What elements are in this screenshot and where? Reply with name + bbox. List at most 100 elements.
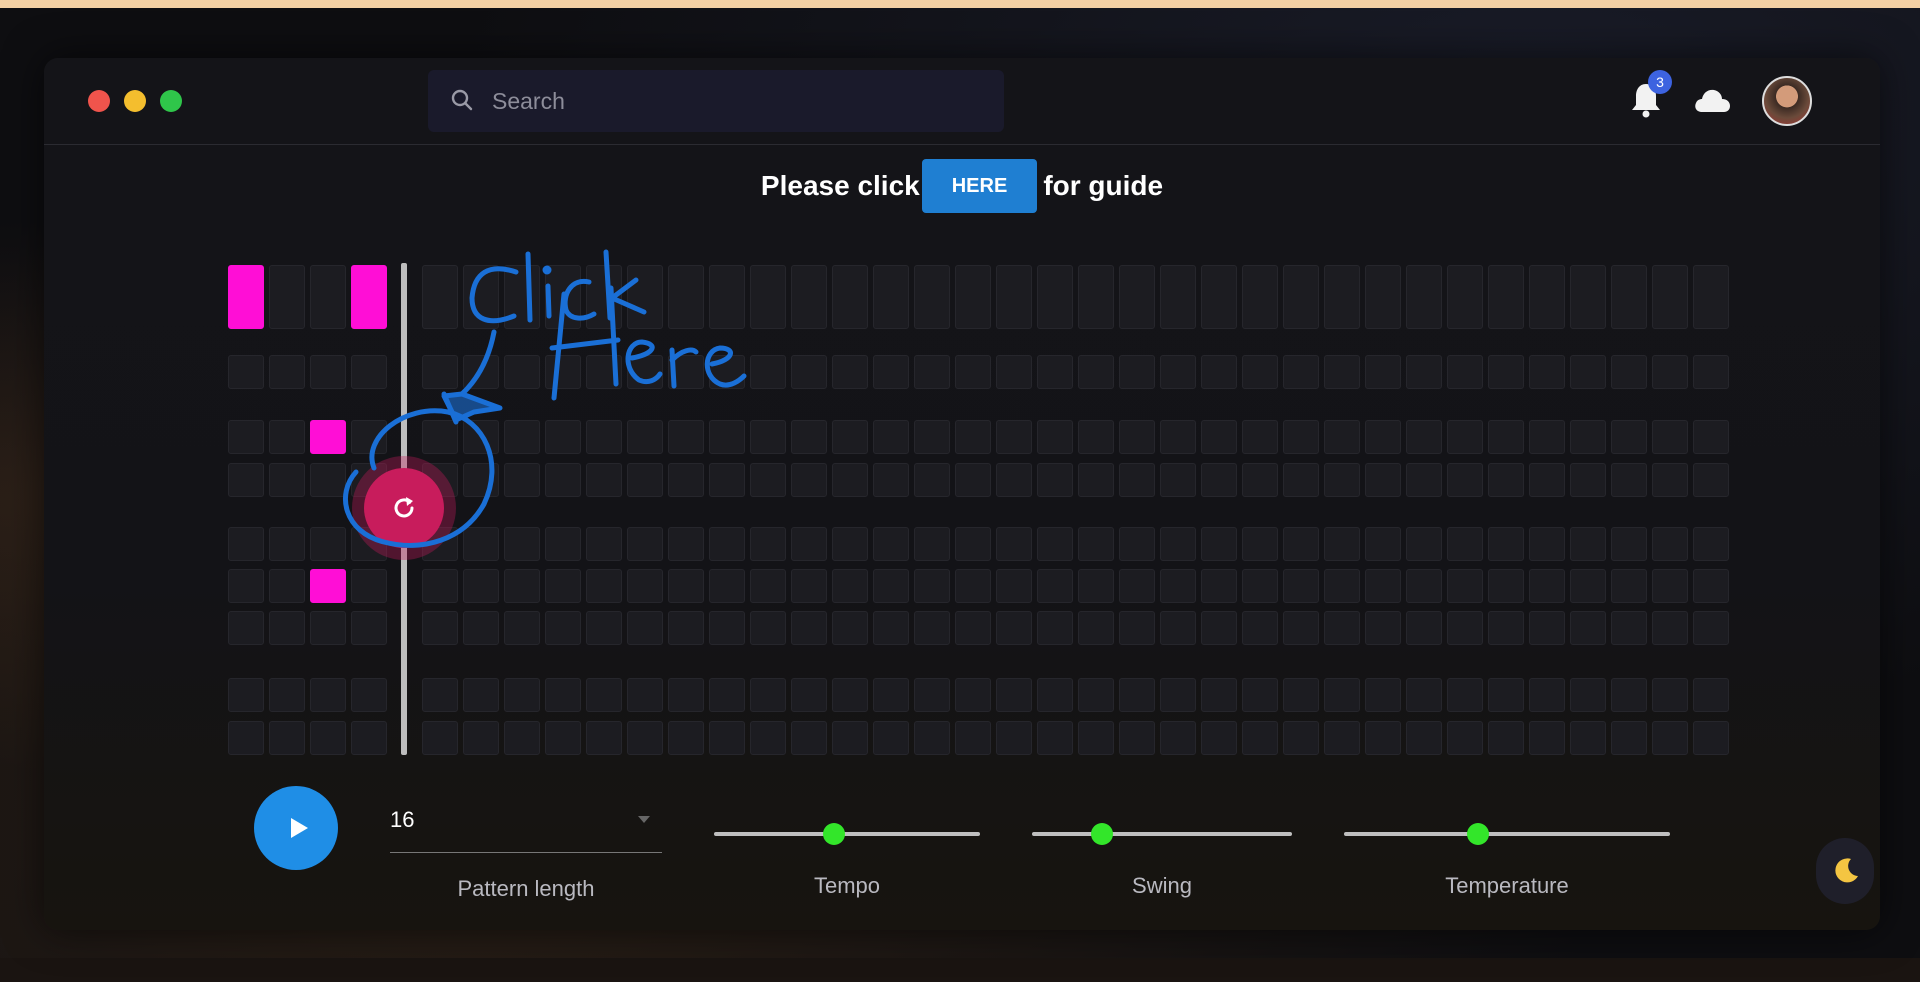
- step-cell[interactable]: [1570, 463, 1606, 497]
- step-cell[interactable]: [1078, 721, 1114, 755]
- step-cell[interactable]: [1406, 527, 1442, 561]
- active-step-cell[interactable]: [351, 265, 387, 329]
- step-cell[interactable]: [269, 463, 305, 497]
- step-cell[interactable]: [955, 527, 991, 561]
- step-cell[interactable]: [1324, 569, 1360, 603]
- step-cell[interactable]: [1488, 420, 1524, 454]
- step-cell[interactable]: [1242, 678, 1278, 712]
- step-cell[interactable]: [1324, 463, 1360, 497]
- step-cell[interactable]: [996, 527, 1032, 561]
- step-cell[interactable]: [1406, 611, 1442, 645]
- step-cell[interactable]: [1488, 265, 1524, 329]
- step-cell[interactable]: [586, 463, 622, 497]
- step-cell[interactable]: [269, 611, 305, 645]
- step-cell[interactable]: [709, 569, 745, 603]
- step-cell[interactable]: [1652, 569, 1688, 603]
- step-cell[interactable]: [832, 463, 868, 497]
- step-cell[interactable]: [873, 265, 909, 329]
- tempo-slider-thumb[interactable]: [822, 823, 845, 845]
- step-cell[interactable]: [545, 463, 581, 497]
- step-cell[interactable]: [463, 420, 499, 454]
- step-cell[interactable]: [750, 678, 786, 712]
- step-cell[interactable]: [1611, 611, 1647, 645]
- step-cell[interactable]: [709, 611, 745, 645]
- step-cell[interactable]: [1365, 569, 1401, 603]
- step-cell[interactable]: [791, 355, 827, 389]
- step-cell[interactable]: [545, 265, 581, 329]
- step-cell[interactable]: [1365, 355, 1401, 389]
- step-cell[interactable]: [955, 420, 991, 454]
- step-cell[interactable]: [1529, 355, 1565, 389]
- step-cell[interactable]: [1037, 463, 1073, 497]
- step-cell[interactable]: [1160, 463, 1196, 497]
- step-cell[interactable]: [1529, 420, 1565, 454]
- step-cell[interactable]: [1611, 527, 1647, 561]
- step-cell[interactable]: [914, 721, 950, 755]
- chevron-down-icon[interactable]: [638, 816, 650, 823]
- step-cell[interactable]: [228, 420, 264, 454]
- step-cell[interactable]: [504, 265, 540, 329]
- step-cell[interactable]: [1488, 721, 1524, 755]
- step-cell[interactable]: [504, 611, 540, 645]
- step-cell[interactable]: [586, 420, 622, 454]
- step-cell[interactable]: [873, 611, 909, 645]
- step-cell[interactable]: [1078, 569, 1114, 603]
- step-cell[interactable]: [996, 420, 1032, 454]
- step-cell[interactable]: [1611, 420, 1647, 454]
- step-cell[interactable]: [1693, 355, 1729, 389]
- step-cell[interactable]: [873, 569, 909, 603]
- step-cell[interactable]: [1652, 611, 1688, 645]
- step-cell[interactable]: [668, 420, 704, 454]
- step-cell[interactable]: [1119, 611, 1155, 645]
- step-cell[interactable]: [791, 527, 827, 561]
- step-cell[interactable]: [1693, 721, 1729, 755]
- step-cell[interactable]: [1529, 265, 1565, 329]
- step-cell[interactable]: [1570, 265, 1606, 329]
- step-cell[interactable]: [791, 569, 827, 603]
- step-cell[interactable]: [1283, 265, 1319, 329]
- step-cell[interactable]: [463, 611, 499, 645]
- step-cell[interactable]: [1283, 611, 1319, 645]
- step-cell[interactable]: [1611, 355, 1647, 389]
- step-cell[interactable]: [310, 527, 346, 561]
- step-cell[interactable]: [228, 721, 264, 755]
- step-cell[interactable]: [310, 355, 346, 389]
- step-cell[interactable]: [791, 611, 827, 645]
- step-cell[interactable]: [228, 611, 264, 645]
- step-cell[interactable]: [1201, 611, 1237, 645]
- step-cell[interactable]: [310, 678, 346, 712]
- step-cell[interactable]: [709, 355, 745, 389]
- step-cell[interactable]: [1611, 721, 1647, 755]
- step-cell[interactable]: [1365, 265, 1401, 329]
- step-cell[interactable]: [1201, 527, 1237, 561]
- step-cell[interactable]: [914, 678, 950, 712]
- step-cell[interactable]: [1037, 265, 1073, 329]
- step-cell[interactable]: [351, 678, 387, 712]
- step-cell[interactable]: [750, 611, 786, 645]
- step-cell[interactable]: [1406, 265, 1442, 329]
- step-cell[interactable]: [1652, 721, 1688, 755]
- step-cell[interactable]: [1242, 527, 1278, 561]
- step-cell[interactable]: [709, 527, 745, 561]
- step-cell[interactable]: [228, 678, 264, 712]
- step-cell[interactable]: [545, 355, 581, 389]
- step-cell[interactable]: [996, 463, 1032, 497]
- temperature-slider-thumb[interactable]: [1466, 823, 1489, 845]
- step-cell[interactable]: [668, 569, 704, 603]
- step-cell[interactable]: [955, 721, 991, 755]
- step-cell[interactable]: [463, 569, 499, 603]
- step-cell[interactable]: [545, 420, 581, 454]
- step-cell[interactable]: [422, 678, 458, 712]
- minimize-window-button[interactable]: [124, 90, 146, 112]
- step-cell[interactable]: [1652, 265, 1688, 329]
- step-cell[interactable]: [1324, 420, 1360, 454]
- active-step-cell[interactable]: [228, 265, 264, 329]
- step-cell[interactable]: [1529, 569, 1565, 603]
- step-cell[interactable]: [1324, 721, 1360, 755]
- swing-slider-thumb[interactable]: [1091, 823, 1114, 845]
- step-cell[interactable]: [873, 463, 909, 497]
- step-cell[interactable]: [504, 678, 540, 712]
- step-cell[interactable]: [750, 721, 786, 755]
- step-cell[interactable]: [832, 721, 868, 755]
- step-cell[interactable]: [351, 355, 387, 389]
